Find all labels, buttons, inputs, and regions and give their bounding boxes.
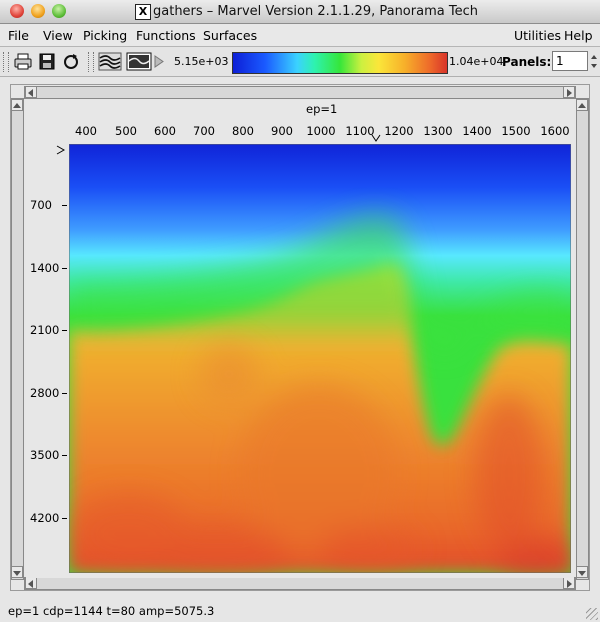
status-bar: ep=1 cdp=1144 t=80 amp=5075.3	[8, 604, 215, 618]
refresh-icon[interactable]	[61, 52, 81, 71]
colorbar-min-label: 5.15e+03	[174, 55, 229, 68]
y-tick-label: 2100	[30, 323, 60, 337]
panels-stepper[interactable]	[589, 52, 599, 71]
right-vertical-scrollbar[interactable]	[576, 98, 589, 580]
scroll-right-arrow-bottom-icon[interactable]	[563, 577, 575, 589]
x-tick-label: 800	[232, 124, 254, 138]
print-icon[interactable]	[13, 52, 33, 71]
y-tick-label: 2800	[30, 386, 60, 400]
close-window-button[interactable]	[10, 4, 24, 18]
toolbar-grip[interactable]	[3, 52, 9, 72]
panel-header-label: ep=1	[306, 102, 338, 116]
x-tick-label: 1200	[384, 124, 414, 138]
save-icon[interactable]	[37, 52, 57, 71]
scroll-left-arrow-icon[interactable]	[25, 86, 37, 98]
x-tick-label: 500	[115, 124, 137, 138]
y-tick-mark	[62, 455, 67, 456]
scroll-down-arrow-icon[interactable]	[11, 566, 23, 578]
minimize-window-button[interactable]	[31, 4, 45, 18]
scroll-up-arrow-icon[interactable]	[11, 99, 23, 111]
title-bar: X gathers – Marvel Version 2.1.1.29, Pan…	[0, 0, 600, 24]
menu-surfaces[interactable]: Surfaces	[203, 28, 257, 43]
y-tick-mark	[62, 205, 67, 206]
y-tick-label: 1400	[30, 261, 60, 275]
x-tick-label: 1600	[540, 124, 570, 138]
wiggle-icon[interactable]	[98, 52, 122, 71]
expand-arrow-icon[interactable]	[153, 52, 165, 71]
colorbar[interactable]	[232, 52, 448, 74]
x-tick-label: 1300	[423, 124, 453, 138]
zoom-window-button[interactable]	[52, 4, 66, 18]
velocity-heatmap[interactable]	[69, 144, 571, 573]
bottom-horizontal-scrollbar[interactable]	[24, 577, 576, 590]
x-tick-label: 1400	[462, 124, 492, 138]
y-tick-mark	[62, 393, 67, 394]
panels-label: Panels:	[502, 55, 552, 69]
x11-icon: X	[135, 4, 151, 20]
colorbar-max-label: 1.04e+04	[449, 55, 504, 68]
menu-view[interactable]: View	[43, 28, 73, 43]
menu-file[interactable]: File	[8, 28, 29, 43]
x-tick-label: 1000	[306, 124, 336, 138]
x-tick-label: 1500	[501, 124, 531, 138]
scroll-up-arrow-right-icon[interactable]	[576, 99, 588, 111]
window-title: gathers – Marvel Version 2.1.1.29, Panor…	[153, 4, 478, 19]
y-tick-label: 3500	[30, 448, 60, 462]
resize-grip-icon[interactable]	[586, 608, 598, 620]
top-horizontal-scrollbar[interactable]	[24, 86, 576, 99]
scroll-left-arrow-bottom-icon[interactable]	[25, 577, 37, 589]
x-tick-label: 700	[193, 124, 215, 138]
left-vertical-scrollbar[interactable]	[11, 98, 24, 580]
scroll-right-arrow-icon[interactable]	[563, 86, 575, 98]
menu-help[interactable]: Help	[564, 28, 593, 43]
scroll-down-arrow-right-icon[interactable]	[576, 566, 588, 578]
y-tick-mark	[62, 330, 67, 331]
menu-bar: File View Picking Functions Surfaces Uti…	[0, 24, 600, 47]
menu-utilities[interactable]: Utilities	[514, 28, 561, 43]
menu-picking[interactable]: Picking	[83, 28, 127, 43]
x-tick-label: 400	[75, 124, 97, 138]
y-tick-mark	[62, 268, 67, 269]
y-cursor-marker-icon	[56, 145, 66, 155]
toolbar-grip-2[interactable]	[88, 52, 94, 72]
x-cursor-marker-icon	[371, 134, 381, 142]
menu-functions[interactable]: Functions	[136, 28, 196, 43]
y-tick-mark	[62, 518, 67, 519]
panels-input[interactable]	[552, 51, 588, 71]
toolbar: 5.15e+03 1.04e+04 Panels:	[0, 47, 600, 77]
y-tick-label: 700	[30, 198, 52, 212]
x-tick-label: 900	[271, 124, 293, 138]
y-tick-label: 4200	[30, 511, 60, 525]
x-tick-label: 600	[154, 124, 176, 138]
density-icon[interactable]	[126, 52, 152, 71]
